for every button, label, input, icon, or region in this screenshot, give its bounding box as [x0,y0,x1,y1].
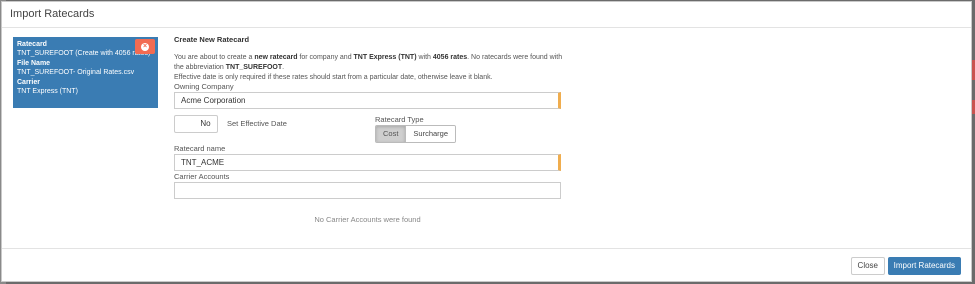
effective-date-label: Set Effective Date [227,119,287,128]
carrier-label: Carrier [17,79,40,86]
ratecard-type-surcharge[interactable]: Surcharge [405,126,456,142]
intro-bold: TNT Express (TNT) [353,54,417,61]
create-ratecard-form: Create New Ratecard You are about to cre… [174,35,564,224]
owning-company-label: Owning Company [174,82,234,91]
intro-bold: TNT_SUREFOOT [225,64,283,71]
ratecard-name-label: Ratecard name [174,144,226,153]
ratecard-label: Ratecard [17,41,47,48]
ratecard-type-label: Ratecard Type [375,115,424,124]
modal-footer: Close Import Ratecards [2,248,971,281]
intro-part: with [416,54,433,61]
ratecard-type-cost[interactable]: Cost [376,126,406,142]
ratecard-value: TNT_SUREFOOT (Create with 4056 rates) [17,50,151,57]
section-title: Create New Ratecard [174,35,250,44]
carrier-accounts-input[interactable] [174,182,561,199]
ratecard-name-input[interactable]: TNT_ACME [174,154,561,171]
times-circle-icon: × [141,42,149,51]
ratecard-type-selector: Cost Surcharge [375,125,457,143]
filename-value: TNT_SUREFOOT- Original Rates.csv [17,69,135,76]
intro-text: You are about to create a new ratecard f… [174,53,564,83]
carrier-accounts-label: Carrier Accounts [174,172,230,181]
intro-bold: 4056 rates [432,54,468,61]
import-ratecards-button[interactable]: Import Ratecards [887,257,961,275]
effective-date-toggle[interactable]: No [174,115,218,133]
filename-label: File Name [17,60,51,67]
intro-part: for company and [297,54,354,61]
intro-bold: new ratecard [254,54,298,61]
modal-header: Import Ratecards [2,2,971,28]
toggle-knob [175,116,193,132]
empty-carrier-accounts-message: No Carrier Accounts were found [314,215,421,224]
carrier-value: TNT Express (TNT) [17,88,78,95]
import-ratecards-modal: Import Ratecards × Ratecard TNT_SUREFOOT… [1,1,972,282]
remove-ratecard-button[interactable]: × [135,39,155,54]
intro-part: You are about to create a [174,54,255,61]
modal-title: Import Ratecards [10,8,95,20]
owning-company-input[interactable]: Acme Corporation [174,92,561,109]
toggle-value: No [193,116,217,132]
intro-line2: Effective date is only required if these… [174,74,493,81]
intro-part: . [282,64,285,71]
ratecard-summary-card[interactable]: × Ratecard TNT_SUREFOOT (Create with 405… [13,37,158,108]
close-button[interactable]: Close [850,257,885,275]
